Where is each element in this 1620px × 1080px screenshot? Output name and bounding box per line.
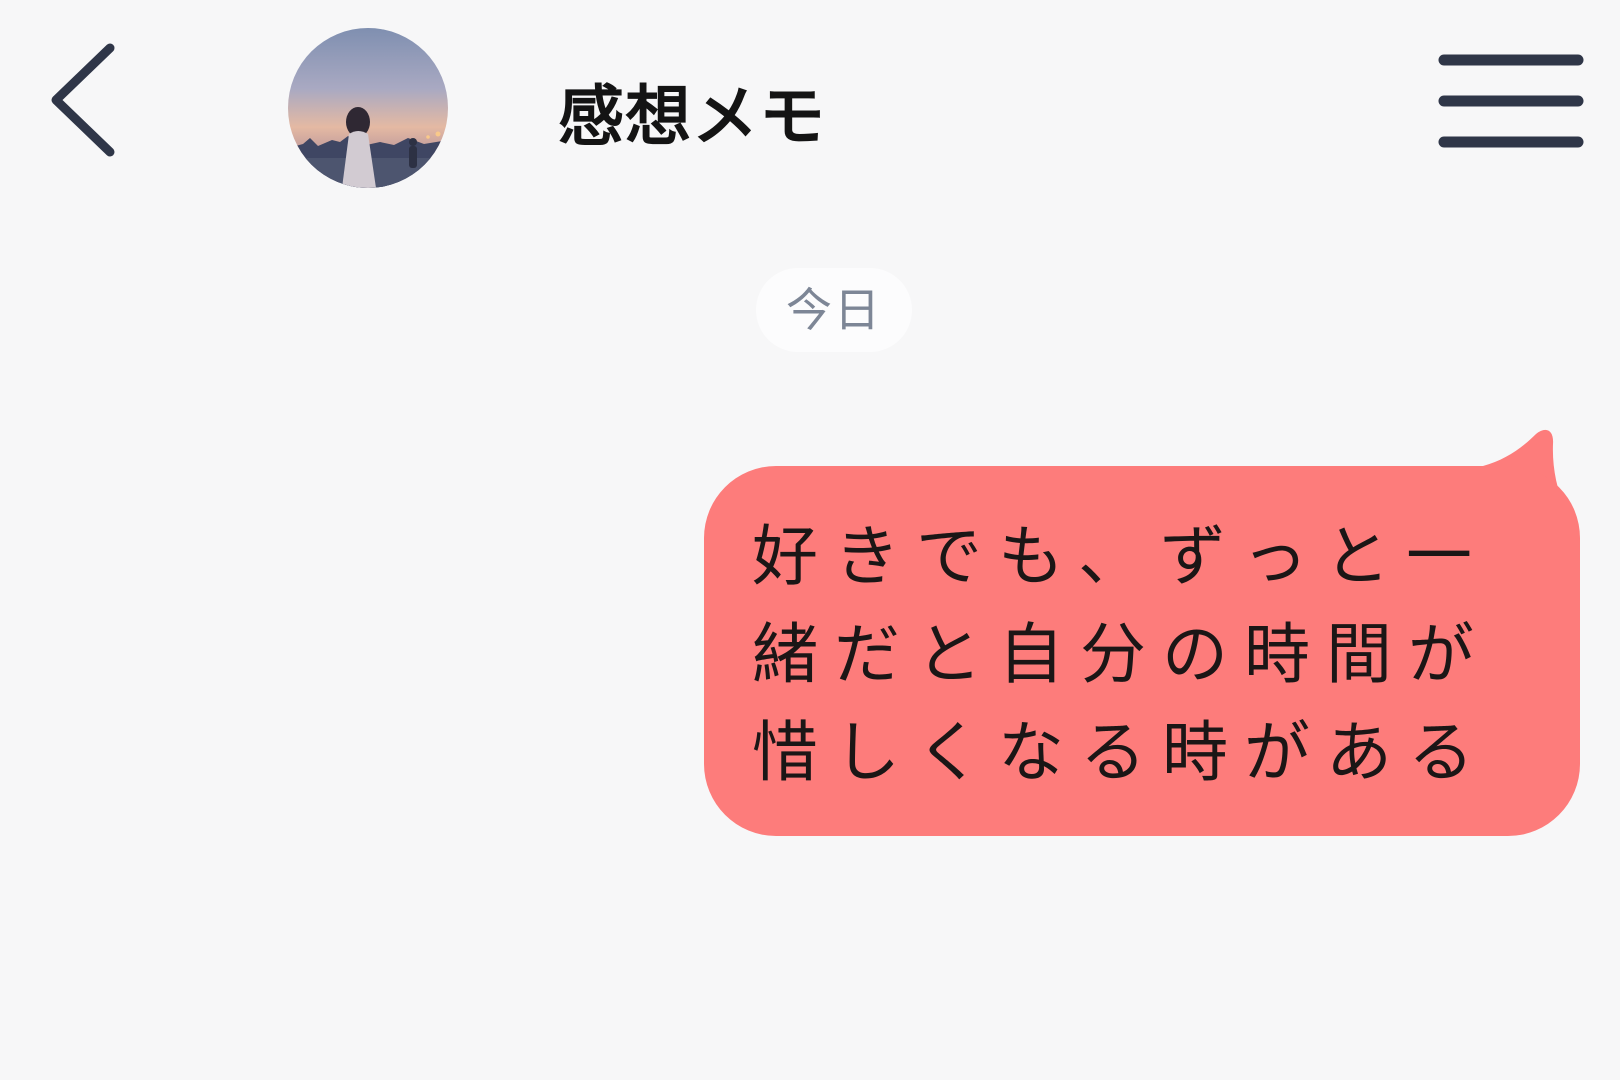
date-separator: 今日 xyxy=(756,268,912,352)
message-bubble-sent[interactable]: 好きでも、ずっと一緒だと自分の時間が惜しくなる時がある xyxy=(704,466,1580,836)
chat-title: 感想メモ xyxy=(558,78,826,155)
avatar[interactable] xyxy=(288,28,448,188)
avatar-image xyxy=(288,28,448,188)
back-button[interactable] xyxy=(40,36,130,164)
message-row: 好きでも、ずっと一緒だと自分の時間が惜しくなる時がある xyxy=(700,422,1584,842)
menu-button[interactable] xyxy=(1436,46,1586,156)
message-text: 好きでも、ずっと一緒だと自分の時間が惜しくなる時がある xyxy=(752,518,1490,791)
chat-header: 感想メモ xyxy=(0,0,1620,220)
chevron-left-icon xyxy=(51,43,115,157)
hamburger-menu-icon xyxy=(1438,54,1584,148)
